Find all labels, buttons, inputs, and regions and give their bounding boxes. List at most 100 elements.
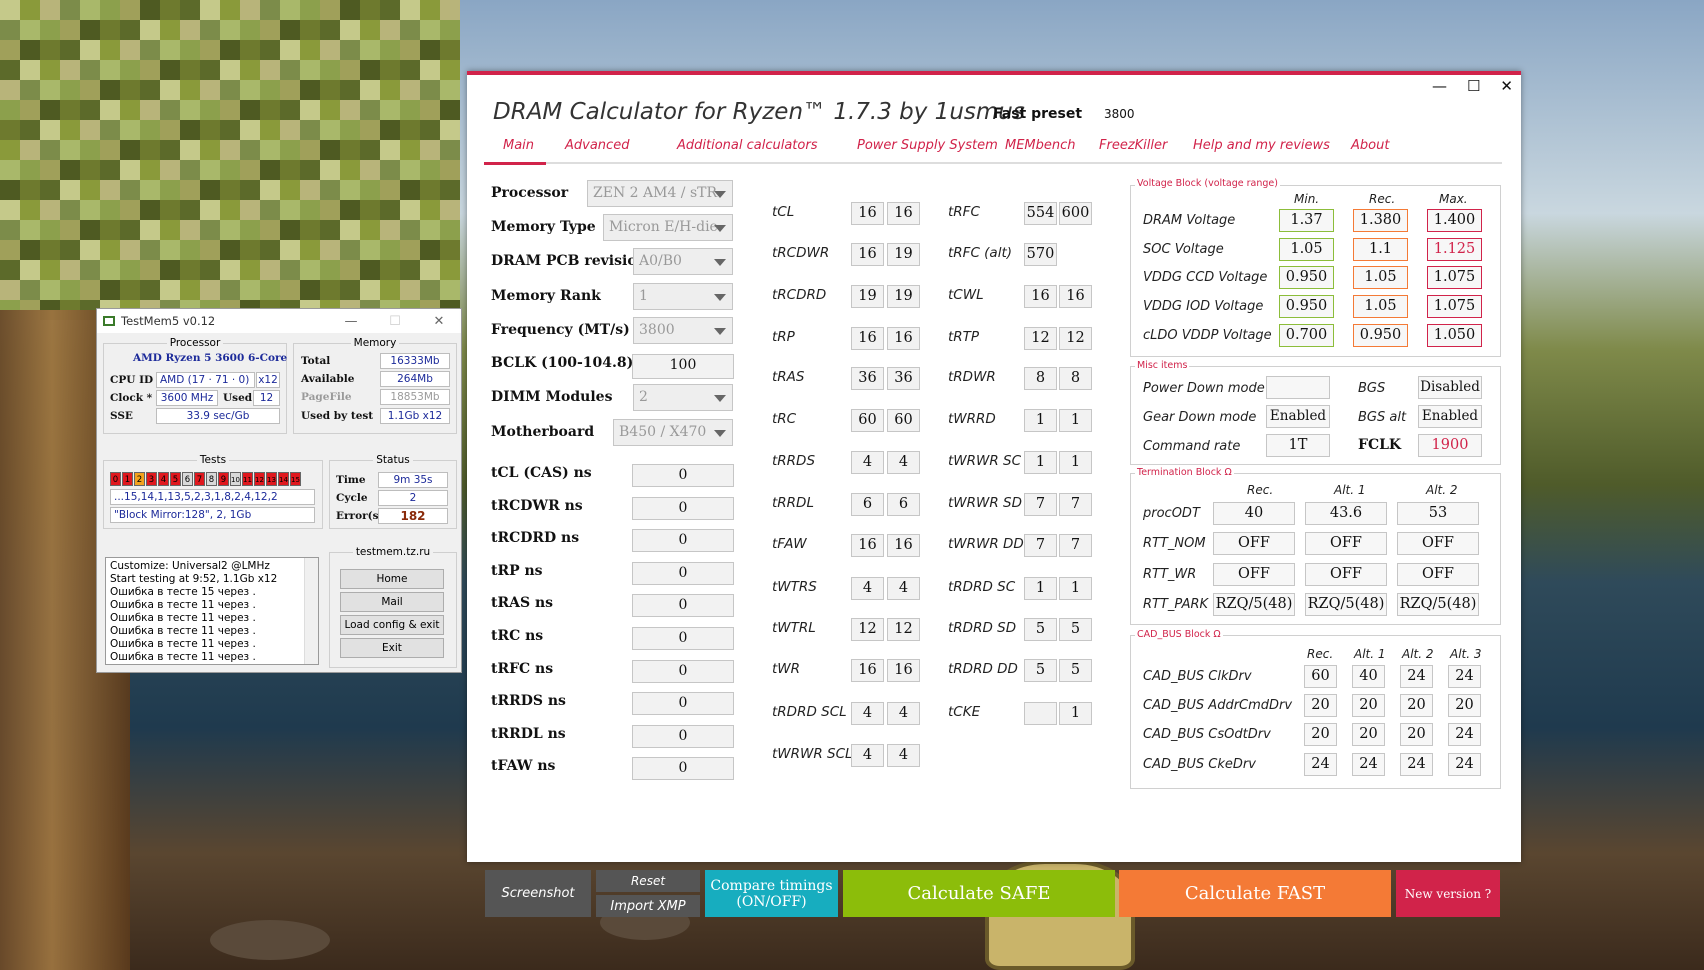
timing-value[interactable]: 1 bbox=[1024, 409, 1057, 432]
fclk-value[interactable]: 1900 bbox=[1418, 434, 1482, 457]
processor-select[interactable]: ZEN 2 AM4 / sTR bbox=[587, 180, 733, 207]
timing-value[interactable]: 36 bbox=[887, 367, 920, 390]
timing-value[interactable]: 19 bbox=[887, 285, 920, 308]
timing-value[interactable]: 6 bbox=[887, 493, 920, 516]
cad-value[interactable]: 20 bbox=[1400, 723, 1433, 747]
timing-value[interactable]: 5 bbox=[1024, 659, 1057, 682]
new-version-button[interactable]: New version ? bbox=[1396, 870, 1500, 917]
cad-value[interactable]: 24 bbox=[1448, 723, 1481, 747]
ns-input[interactable]: 0 bbox=[632, 692, 734, 716]
power-down-value[interactable] bbox=[1266, 376, 1330, 399]
voltage-min[interactable]: 0.700 bbox=[1279, 323, 1334, 347]
mail-button[interactable]: Mail bbox=[340, 592, 444, 612]
timing-value[interactable]: 8 bbox=[1024, 367, 1057, 390]
voltage-min[interactable]: 1.05 bbox=[1279, 237, 1334, 261]
termination-alt1[interactable]: OFF bbox=[1305, 532, 1387, 556]
termination-rec[interactable]: RZQ/5(48) bbox=[1213, 592, 1295, 616]
motherboard-select[interactable]: B450 / X470 bbox=[613, 419, 733, 446]
voltage-rec[interactable]: 1.380 bbox=[1353, 209, 1408, 232]
memory-type-select[interactable]: Micron E/H-die bbox=[603, 214, 733, 241]
load-config-exit-button[interactable]: Load config & exit bbox=[340, 615, 444, 635]
cad-value[interactable]: 24 bbox=[1400, 665, 1433, 688]
log-scrollbar[interactable] bbox=[304, 558, 318, 664]
ns-input[interactable]: 0 bbox=[632, 496, 734, 520]
bclk-input[interactable]: 100 bbox=[632, 354, 734, 379]
calculate-safe-button[interactable]: Calculate SAFE bbox=[843, 870, 1115, 917]
testmem-titlebar[interactable]: TestMem5 v0.12 — ☐ ✕ bbox=[97, 309, 461, 333]
timing-value[interactable]: 570 bbox=[1024, 243, 1057, 266]
timing-value[interactable]: 4 bbox=[851, 702, 884, 725]
cad-value[interactable]: 24 bbox=[1448, 752, 1481, 776]
timing-value[interactable]: 600 bbox=[1059, 202, 1092, 225]
ns-input[interactable]: 0 bbox=[632, 659, 734, 683]
termination-alt2[interactable]: RZQ/5(48) bbox=[1397, 592, 1479, 616]
bgs-value[interactable]: Disabled bbox=[1418, 376, 1482, 399]
tab-additional-calculators[interactable]: Additional calculators bbox=[677, 138, 817, 153]
screenshot-button[interactable]: Screenshot bbox=[485, 870, 591, 917]
ns-input[interactable]: 0 bbox=[632, 594, 734, 618]
tab-membench[interactable]: MEMbench bbox=[1005, 138, 1076, 153]
timing-value[interactable]: 4 bbox=[851, 451, 884, 474]
timing-value[interactable]: 16 bbox=[851, 534, 884, 557]
ns-input[interactable]: 0 bbox=[632, 561, 734, 585]
timing-value[interactable]: 7 bbox=[1024, 493, 1057, 516]
timing-value[interactable]: 5 bbox=[1024, 618, 1057, 641]
voltage-rec[interactable]: 0.950 bbox=[1353, 323, 1408, 347]
timing-value[interactable]: 16 bbox=[851, 202, 884, 225]
timing-value[interactable]: 16 bbox=[1059, 285, 1092, 308]
tab-advanced[interactable]: Advanced bbox=[565, 138, 629, 153]
gear-down-value[interactable]: Enabled bbox=[1266, 405, 1330, 428]
voltage-max[interactable]: 1.075 bbox=[1427, 266, 1482, 290]
timing-value[interactable]: 36 bbox=[851, 367, 884, 390]
cad-value[interactable]: 40 bbox=[1352, 665, 1385, 688]
bgs-alt-value[interactable]: Enabled bbox=[1418, 405, 1482, 428]
voltage-rec[interactable]: 1.05 bbox=[1353, 295, 1408, 319]
timing-value[interactable]: 19 bbox=[887, 243, 920, 266]
tab-help-reviews[interactable]: Help and my reviews bbox=[1193, 138, 1330, 153]
termination-alt2[interactable]: 53 bbox=[1397, 502, 1479, 525]
termination-rec[interactable]: 40 bbox=[1213, 502, 1295, 525]
timing-value[interactable]: 16 bbox=[851, 327, 884, 350]
timing-value[interactable]: 4 bbox=[851, 577, 884, 600]
timing-value[interactable]: 4 bbox=[851, 744, 884, 767]
timing-value[interactable]: 16 bbox=[887, 534, 920, 557]
timing-value[interactable]: 16 bbox=[851, 659, 884, 682]
ns-input[interactable]: 0 bbox=[632, 529, 734, 553]
minimize-button[interactable]: — bbox=[329, 314, 373, 329]
rank-select[interactable]: 1 bbox=[633, 283, 733, 310]
tab-about[interactable]: About bbox=[1351, 138, 1389, 153]
timing-value[interactable]: 554 bbox=[1024, 202, 1057, 225]
cad-value[interactable]: 60 bbox=[1304, 665, 1337, 688]
tab-freezkiller[interactable]: FreezKiller bbox=[1099, 138, 1167, 153]
cad-value[interactable]: 20 bbox=[1304, 723, 1337, 747]
timing-value[interactable]: 12 bbox=[1059, 327, 1092, 350]
calculate-fast-button[interactable]: Calculate FAST bbox=[1119, 870, 1391, 917]
termination-alt1[interactable]: OFF bbox=[1305, 562, 1387, 586]
ns-input[interactable]: 0 bbox=[632, 627, 734, 650]
ns-input[interactable]: 0 bbox=[632, 757, 734, 781]
cad-value[interactable]: 24 bbox=[1352, 752, 1385, 776]
import-xmp-button[interactable]: Import XMP bbox=[596, 895, 700, 917]
timing-value[interactable]: 1 bbox=[1024, 451, 1057, 474]
timing-value[interactable]: 1 bbox=[1059, 577, 1092, 600]
cad-value[interactable]: 24 bbox=[1400, 752, 1433, 776]
timing-value[interactable]: 60 bbox=[887, 409, 920, 432]
voltage-max[interactable]: 1.050 bbox=[1427, 323, 1482, 347]
timing-value[interactable] bbox=[1024, 702, 1057, 725]
voltage-min[interactable]: 0.950 bbox=[1279, 295, 1334, 319]
home-button[interactable]: Home bbox=[340, 569, 444, 589]
timing-value[interactable]: 8 bbox=[1059, 367, 1092, 390]
cad-value[interactable]: 20 bbox=[1400, 694, 1433, 718]
compare-timings-button[interactable]: Compare timings (ON/OFF) bbox=[705, 870, 838, 917]
close-button[interactable]: ✕ bbox=[417, 314, 461, 329]
timing-value[interactable]: 1 bbox=[1059, 451, 1092, 474]
timing-value[interactable]: 12 bbox=[851, 618, 884, 641]
maximize-button[interactable]: ☐ bbox=[1467, 77, 1480, 95]
timing-value[interactable]: 16 bbox=[1024, 285, 1057, 308]
timing-value[interactable]: 7 bbox=[1059, 493, 1092, 516]
voltage-rec[interactable]: 1.1 bbox=[1353, 237, 1408, 261]
timing-value[interactable]: 6 bbox=[851, 493, 884, 516]
timing-value[interactable]: 1 bbox=[1059, 409, 1092, 432]
timing-value[interactable]: 1 bbox=[1024, 577, 1057, 600]
cad-value[interactable]: 24 bbox=[1304, 752, 1337, 776]
